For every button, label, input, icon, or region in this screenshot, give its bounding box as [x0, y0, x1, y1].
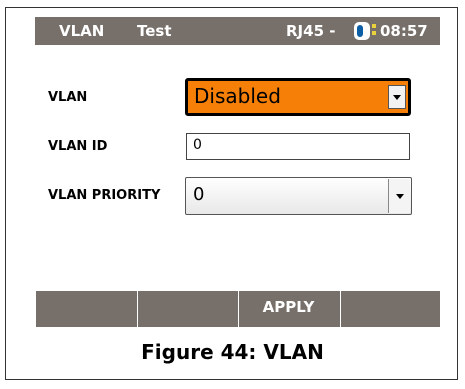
- status-bar: VLAN Test RJ45 - 08:57: [35, 17, 440, 45]
- vlan-label: VLAN: [48, 90, 88, 105]
- mode-label: Test: [137, 22, 172, 40]
- vlan-priority-value: 0: [193, 184, 205, 205]
- softkey-bar: APPLY: [36, 291, 440, 327]
- battery-level-icon: [372, 24, 376, 38]
- vlan-priority-select[interactable]: 0: [185, 177, 412, 215]
- screen-title: VLAN: [59, 22, 105, 40]
- softkey-2[interactable]: [137, 291, 237, 327]
- vlan-select-value: Disabled: [194, 84, 281, 108]
- apply-button[interactable]: APPLY: [238, 291, 338, 327]
- battery-icon: [354, 22, 370, 40]
- chevron-down-icon[interactable]: [388, 179, 410, 213]
- vlan-id-label: VLAN ID: [48, 139, 108, 154]
- chevron-down-icon[interactable]: [388, 85, 406, 109]
- vlan-priority-label: VLAN PRIORITY: [48, 188, 161, 203]
- softkey-4[interactable]: [340, 291, 440, 327]
- vlan-id-field[interactable]: 0: [186, 133, 410, 160]
- figure-caption: Figure 44: VLAN: [141, 340, 324, 364]
- clock: 08:57: [380, 22, 428, 40]
- softkey-1[interactable]: [36, 291, 136, 327]
- port-label: RJ45 -: [286, 22, 336, 40]
- vlan-select[interactable]: Disabled: [185, 78, 411, 116]
